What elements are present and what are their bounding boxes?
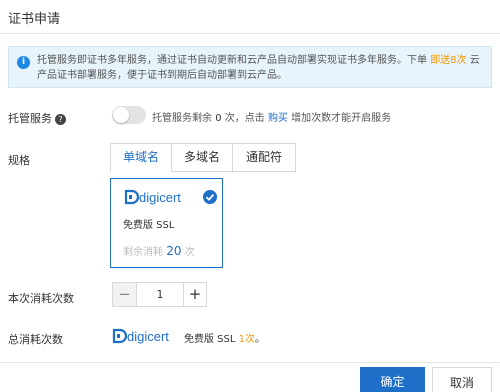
info-notice: i 托管服务即证书多年服务，通过证书自动更新和云产品自动部署实现证书多年服务。下… [8,46,492,88]
question-icon[interactable]: ? [55,113,66,125]
total-times: 1次 [238,334,256,345]
hosting-status-text: 托管服务剩余 0 次，点击 购买 增加次数才能开启服务 [152,109,391,124]
header-divider [0,33,500,34]
gift-link[interactable]: 即送8次 [430,55,466,66]
dialog-title: 证书申请 [8,12,61,27]
increment-button[interactable]: + [183,283,206,306]
confirm-button[interactable]: 确定 [360,367,425,392]
decrement-button[interactable]: − [113,283,137,306]
dialog-header: 证书申请 [0,0,500,34]
tab-single-domain[interactable]: 单域名 [110,143,172,172]
tab-multi-domain[interactable]: 多域名 [171,143,233,172]
hosting-label: 托管服务 [8,112,52,125]
remaining-label: 剩余消耗 [123,247,163,258]
quantity-stepper: − 1 + [112,282,207,307]
product-card-free-ssl[interactable]: digicert 免费版 SSL 剩余消耗 20 次 [110,178,223,268]
toggle-knob [113,107,129,123]
hosting-text-prefix: 托管服务剩余 [152,113,212,124]
hosting-toggle[interactable] [112,106,146,124]
hosting-count: 0 [215,113,222,124]
remaining-unit: 次 [184,247,195,258]
card-product-name: 免费版 SSL [123,220,175,231]
total-product: 免费版 SSL [184,334,236,345]
digicert-logo-small: digicert [112,328,169,344]
total-period: 。 [255,334,266,345]
digicert-logo: digicert [124,189,181,205]
hosting-text-mid: 次，点击 [224,113,265,124]
buy-link[interactable]: 购买 [268,113,288,124]
total-label: 总消耗次数 [8,333,63,346]
tab-wildcard[interactable]: 通配符 [232,143,296,172]
notice-text-before: 托管服务即证书多年服务，通过证书自动更新和云产品自动部署实现证书多年服务。下单 [37,55,427,66]
spec-label: 规格 [8,154,30,167]
digicert-wordmark: digicert [139,190,181,205]
quantity-input[interactable]: 1 [137,283,183,306]
hosting-text-suffix: 增加次数才能开启服务 [291,113,392,124]
consume-label: 本次消耗次数 [8,292,74,305]
total-text: 免费版 SSL 1次。 [184,330,265,345]
card-remaining: 剩余消耗 20 次 [123,243,195,258]
hosting-label-row: 托管服务? [8,110,66,126]
digicert-wordmark-small: digicert [127,329,169,344]
cancel-button[interactable]: 取消 [432,367,492,392]
footer-divider [0,362,500,363]
selected-check-icon [203,190,217,204]
remaining-count: 20 [166,244,182,258]
notice-text: 托管服务即证书多年服务，通过证书自动更新和云产品自动部署实现证书多年服务。下单 … [37,53,487,83]
info-icon: i [17,56,30,69]
